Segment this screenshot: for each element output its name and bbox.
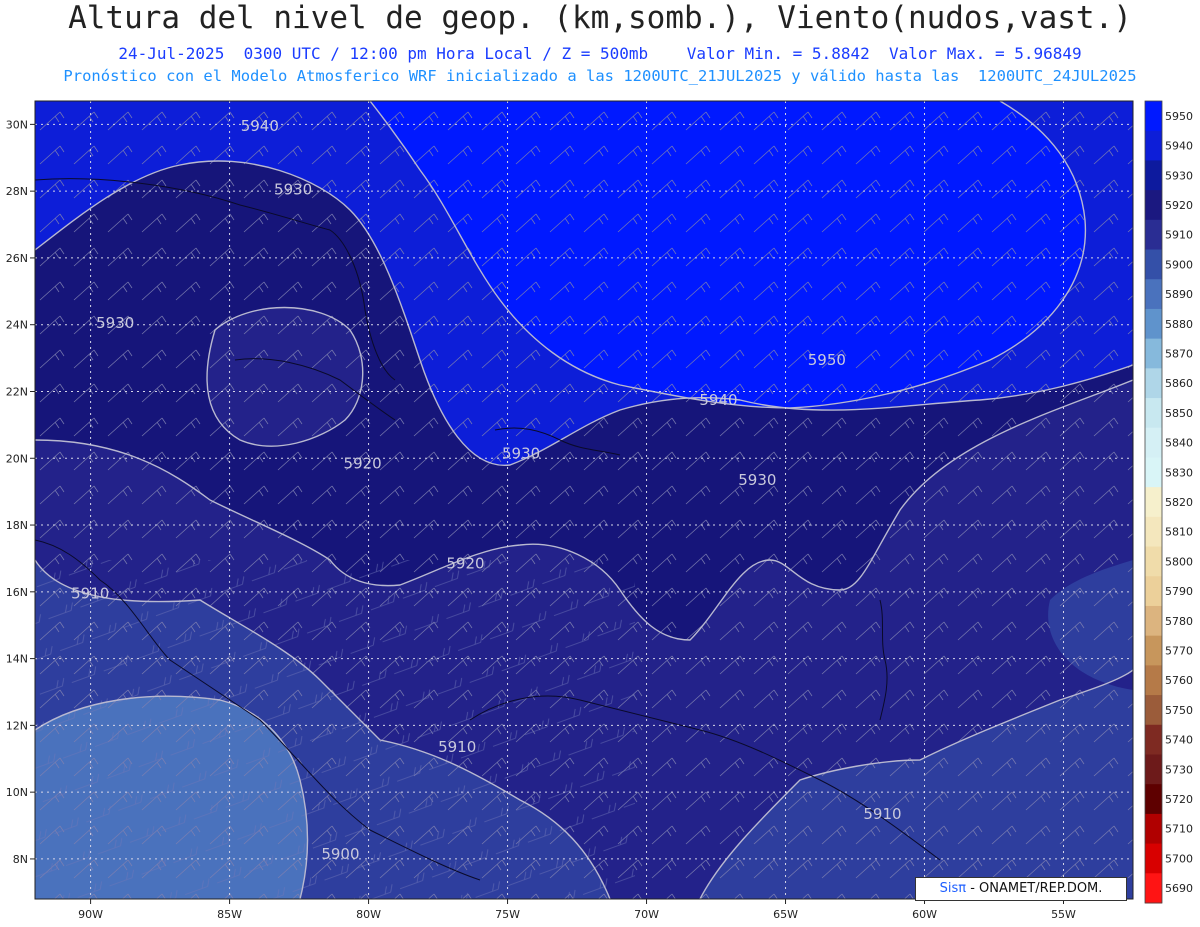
colorbar-swatch-0 (1145, 101, 1162, 132)
credit-text: - ONAMET/REP.DOM. (966, 881, 1103, 896)
lat-tick-label-11: 8N (13, 853, 28, 866)
colorbar-swatch-26 (1145, 873, 1162, 904)
contour-label-5: 5930 (502, 444, 540, 462)
colorbar-label-6: 5890 (1165, 288, 1193, 301)
colorbar-swatch-17 (1145, 605, 1162, 637)
colorbar-label-1: 5940 (1165, 140, 1193, 153)
lon-tick-label-6: 60W (912, 908, 937, 921)
lat-tick-label-8: 14N (6, 653, 28, 666)
contour-label-11: 5910 (863, 805, 901, 823)
lon-tick-label-7: 55W (1051, 908, 1076, 921)
colorbar-swatch-2 (1145, 160, 1162, 191)
colorbar-swatch-18 (1145, 635, 1162, 666)
colorbar-label-21: 5740 (1165, 734, 1193, 747)
lat-tick-label-4: 22N (6, 385, 28, 398)
colorbar-swatch-21 (1145, 724, 1162, 755)
colorbar-label-19: 5760 (1165, 674, 1193, 687)
colorbar-swatch-16 (1145, 576, 1162, 607)
lat-tick-label-9: 12N (6, 719, 28, 732)
colorbar-swatch-15 (1145, 546, 1162, 577)
map-fields (35, 101, 1133, 899)
colorbar-swatch-22 (1145, 754, 1162, 785)
lon-tick-label-4: 70W (634, 908, 659, 921)
contour-label-2: 5930 (96, 314, 134, 332)
colorbar-label-4: 5910 (1165, 229, 1193, 242)
contour-label-8: 5920 (446, 554, 484, 572)
lon-tick-label-1: 85W (217, 908, 242, 921)
lat-tick-label-7: 16N (6, 586, 28, 599)
lon-tick-label-2: 80W (356, 908, 381, 921)
colorbar-label-14: 5810 (1165, 526, 1193, 539)
credit-box: Sisπ - ONAMET/REP.DOM. (915, 877, 1127, 901)
contour-label-3: 5950 (808, 351, 846, 369)
colorbar-label-22: 5730 (1165, 763, 1193, 776)
contour-label-1: 5930 (274, 180, 312, 198)
colorbar-label-23: 5720 (1165, 793, 1193, 806)
geopotential-map: 5940 5930 5930 5950 5940 5930 5930 5920 5920 5910… (6, 100, 1193, 921)
colorbar-label-15: 5800 (1165, 555, 1193, 568)
contour-label-4: 5940 (699, 391, 737, 409)
colorbar-label-12: 5830 (1165, 466, 1193, 479)
colorbar-label-20: 5750 (1165, 704, 1193, 717)
lat-tick-label-3: 24N (6, 319, 28, 332)
contour-label-10: 5910 (438, 738, 476, 756)
credit-brand: Sisπ (939, 881, 967, 896)
colorbar-label-2: 5930 (1165, 169, 1193, 182)
colorbar-swatch-7 (1145, 308, 1162, 340)
lon-tick-label-3: 75W (495, 908, 520, 921)
colorbar-label-26: 5690 (1165, 882, 1193, 895)
contour-label-0: 5940 (241, 117, 279, 135)
longitude-axis: 90W 85W 80W 75W 70W 65W 60W 55W (78, 899, 1076, 921)
colorbar-label-8: 5870 (1165, 347, 1193, 360)
colorbar-label-16: 5790 (1165, 585, 1193, 598)
colorbar-label-17: 5780 (1165, 615, 1193, 628)
lat-tick-label-6: 18N (6, 519, 28, 532)
colorbar-swatch-10 (1145, 398, 1162, 429)
colorbar-swatch-23 (1145, 784, 1162, 815)
colorbar-swatch-12 (1145, 457, 1162, 488)
contour-label-7: 5920 (344, 454, 382, 472)
contour-label-12: 5900 (321, 845, 359, 863)
lat-tick-label-5: 20N (6, 452, 28, 465)
colorbar-swatch-3 (1145, 190, 1162, 221)
lon-tick-label-5: 65W (773, 908, 798, 921)
colorbar-swatch-1 (1145, 130, 1162, 161)
colorbar-label-25: 5700 (1165, 852, 1193, 865)
colorbar-label-0: 5950 (1165, 110, 1193, 123)
lat-tick-label-1: 28N (6, 185, 28, 198)
colorbar-label-24: 5710 (1165, 823, 1193, 836)
colorbar-swatch-24 (1145, 813, 1162, 845)
colorbar: 5950 5940 5930 5920 5910 5900 5890 5880 5870 5860… (1144, 100, 1193, 904)
contour-label-9: 5910 (71, 584, 109, 602)
colorbar-label-7: 5880 (1165, 318, 1193, 331)
colorbar-label-11: 5840 (1165, 437, 1193, 450)
lat-tick-label-2: 26N (6, 252, 28, 265)
colorbar-swatch-8 (1145, 338, 1162, 369)
lat-tick-label-10: 10N (6, 786, 28, 799)
lon-tick-label-0: 90W (78, 908, 103, 921)
colorbar-label-13: 5820 (1165, 496, 1193, 509)
colorbar-label-5: 5900 (1165, 258, 1193, 271)
latitude-axis: 30N 28N 26N 24N 22N 20N 18N 16N 14N 12N 10N 8N (6, 118, 35, 866)
colorbar-swatch-4 (1145, 219, 1162, 251)
colorbar-swatch-9 (1145, 368, 1162, 399)
colorbar-swatch-11 (1145, 427, 1162, 458)
colorbar-label-10: 5850 (1165, 407, 1193, 420)
colorbar-swatch-19 (1145, 665, 1162, 696)
colorbar-label-18: 5770 (1165, 645, 1193, 658)
colorbar-swatch-20 (1145, 695, 1162, 726)
colorbar-swatch-6 (1145, 279, 1162, 310)
colorbar-swatch-5 (1145, 249, 1162, 280)
lat-tick-label-0: 30N (6, 118, 28, 131)
colorbar-label-9: 5860 (1165, 377, 1193, 390)
colorbar-swatch-13 (1145, 487, 1162, 518)
colorbar-label-3: 5920 (1165, 199, 1193, 212)
contour-label-6: 5930 (738, 471, 776, 489)
colorbar-swatch-25 (1145, 843, 1162, 874)
colorbar-swatch-14 (1145, 516, 1162, 548)
